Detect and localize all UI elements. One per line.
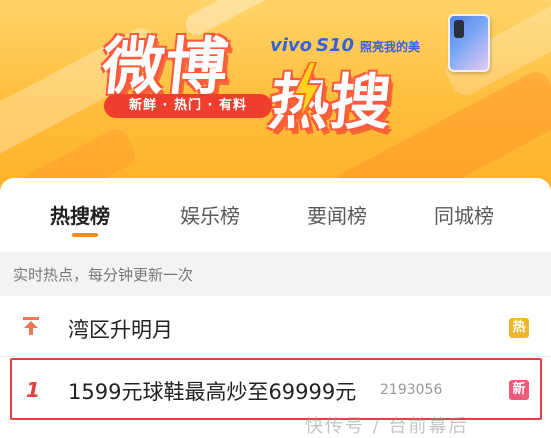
lightning-bolt-icon [292, 62, 322, 120]
sponsor-brand: vivo [270, 35, 313, 56]
banner-title-weibo: 微博 [98, 30, 233, 103]
item-title[interactable]: 湾区升明月 [68, 314, 173, 344]
search-count: 2193056 [380, 382, 443, 398]
hot-badge: 热 [509, 318, 529, 338]
subtitle-bar: 实时热点，每分钟更新一次 [0, 252, 551, 296]
phone-camera-icon [454, 20, 464, 38]
tab-news[interactable]: 要闻榜 [307, 200, 367, 229]
tab-local[interactable]: 同城榜 [434, 200, 494, 229]
phone-product-image [448, 14, 490, 72]
rank-number: 1 [26, 378, 40, 402]
item-title[interactable]: 1599元球鞋最高炒至69999元 [68, 376, 356, 406]
tab-entertainment[interactable]: 娱乐榜 [180, 200, 240, 229]
active-tab-indicator [72, 233, 98, 237]
banner-title-resou: 热搜 [265, 68, 396, 138]
hot-search-banner: 微博 热搜 新鲜 · 热门 · 有料 vivo S10 照亮我的美 [0, 0, 551, 190]
pinned-top-icon [23, 317, 39, 335]
tab-hot-search[interactable]: 热搜榜 [50, 200, 110, 229]
watermark-text: 快传号 / 台前幕后 [305, 416, 469, 437]
update-frequency-note: 实时热点，每分钟更新一次 [13, 266, 194, 284]
new-badge: 新 [509, 380, 529, 400]
ranking-tabs: 热搜榜 娱乐榜 要闻榜 同城榜 [0, 178, 551, 240]
list-item[interactable]: 湾区升明月 热 [0, 296, 551, 357]
sponsor-model: S10 [316, 35, 355, 56]
sponsor-slogan: 照亮我的美 [360, 40, 421, 54]
banner-slogan: 新鲜 · 热门 · 有料 [104, 94, 272, 118]
sponsor-label: vivo S10 照亮我的美 [270, 34, 420, 58]
list-item[interactable]: 1 1599元球鞋最高炒至69999元 2193056 新 [0, 358, 551, 420]
